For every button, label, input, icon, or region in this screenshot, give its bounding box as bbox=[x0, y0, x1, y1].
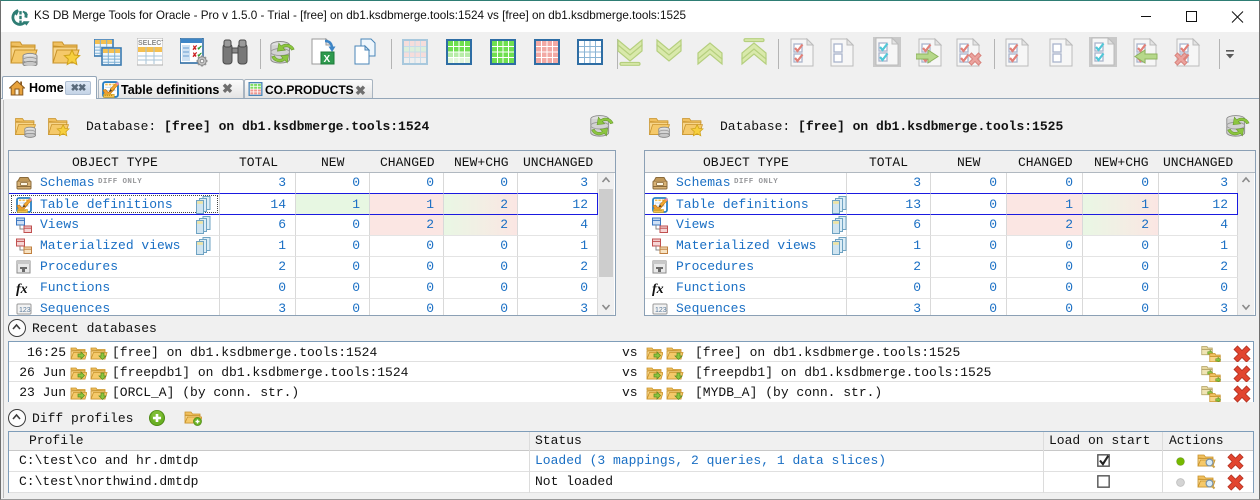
svg-text:SELECT: SELECT bbox=[138, 40, 163, 47]
svg-text:fx: fx bbox=[652, 282, 664, 296]
svg-text:✔: ✔ bbox=[197, 45, 203, 52]
svg-text:123: 123 bbox=[19, 307, 31, 314]
svg-text:X: X bbox=[324, 54, 331, 65]
svg-text:123: 123 bbox=[655, 307, 667, 314]
svg-text:fx: fx bbox=[16, 282, 28, 296]
